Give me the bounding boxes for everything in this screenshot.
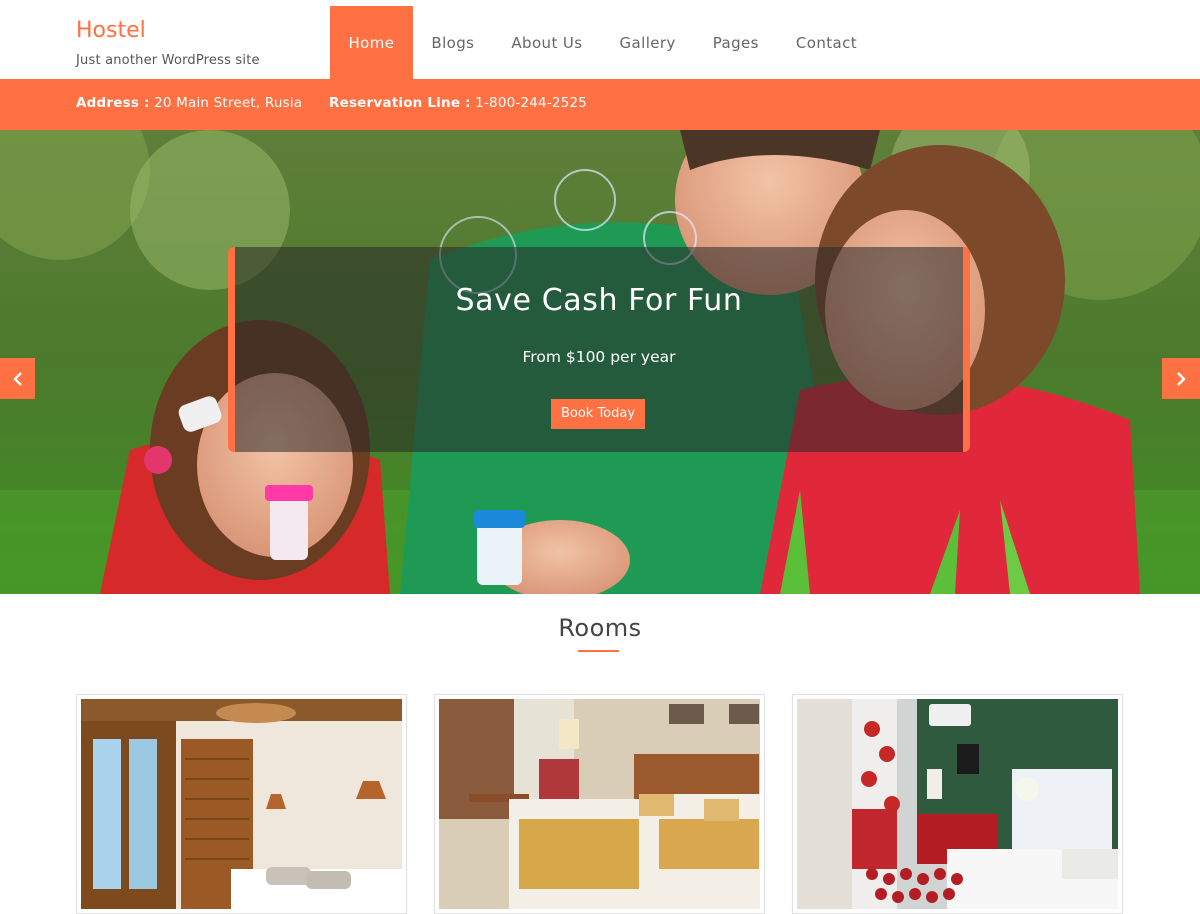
slider-next-button[interactable] (1162, 358, 1200, 399)
book-today-button[interactable]: Book Today (551, 399, 645, 429)
address-value: 20 Main Street, Rusia (154, 95, 303, 111)
info-bar: Address : 20 Main Street, Rusia Reservat… (0, 79, 1200, 130)
nav-item-about-us[interactable]: About Us (493, 6, 601, 79)
room-image[interactable] (439, 699, 760, 909)
slide-subtitle: From $100 per year (522, 348, 676, 366)
nav-item-blogs[interactable]: Blogs (413, 6, 493, 79)
nav-item-home[interactable]: Home (330, 6, 413, 79)
room-photo-1 (81, 699, 402, 909)
site-title[interactable]: Hostel (76, 18, 260, 44)
reservation-label: Reservation Line : (329, 95, 471, 111)
chevron-left-icon (12, 371, 22, 386)
nav-item-gallery[interactable]: Gallery (601, 6, 694, 79)
reservation-phone[interactable]: 1-800-244-2525 (475, 95, 587, 111)
main-navigation: Home Blogs About Us Gallery Pages Contac… (330, 6, 876, 79)
slide-caption: Save Cash For Fun From $100 per year Boo… (228, 247, 970, 452)
site-header: Hostel Just another WordPress site Home … (0, 0, 1200, 79)
slider-prev-button[interactable] (0, 358, 35, 399)
slide-title: Save Cash For Fun (455, 283, 743, 318)
title-underline (578, 650, 619, 652)
address-info: Address : 20 Main Street, Rusia (76, 95, 302, 111)
room-photo-2 (439, 699, 760, 909)
room-card[interactable] (792, 694, 1123, 914)
chevron-right-icon (1177, 371, 1186, 386)
site-branding: Hostel Just another WordPress site (76, 18, 260, 68)
nav-item-contact[interactable]: Contact (777, 6, 875, 79)
address-label: Address : (76, 95, 150, 111)
reservation-info: Reservation Line : 1-800-244-2525 (329, 95, 587, 111)
site-tagline: Just another WordPress site (76, 53, 260, 68)
nav-item-pages[interactable]: Pages (694, 6, 777, 79)
room-image[interactable] (81, 699, 402, 909)
room-card[interactable] (76, 694, 407, 914)
hero-slider: Save Cash For Fun From $100 per year Boo… (0, 130, 1200, 594)
room-card[interactable] (434, 694, 765, 914)
rooms-section-title: Rooms (558, 614, 642, 642)
room-photo-3 (797, 699, 1118, 909)
room-image[interactable] (797, 699, 1118, 909)
